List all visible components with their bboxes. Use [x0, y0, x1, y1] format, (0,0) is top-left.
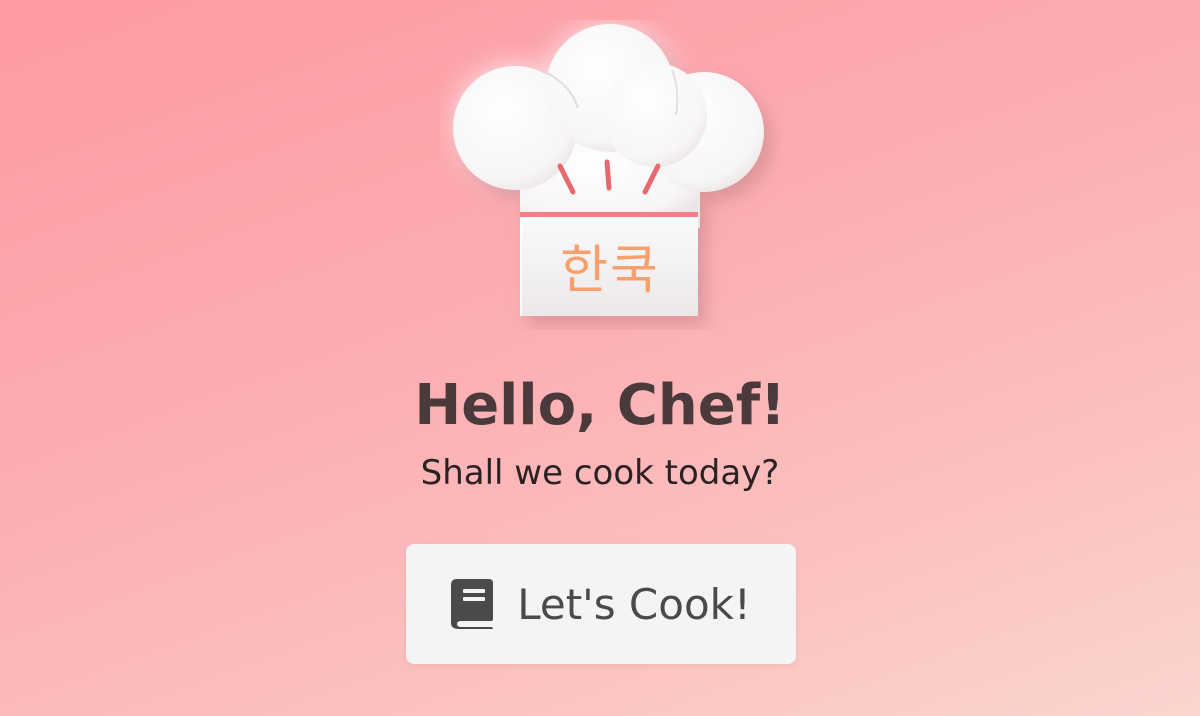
chef-hat-logo: 한쿡 — [440, 20, 780, 330]
page-title: Hello, Chef! — [414, 373, 786, 438]
lets-cook-label: Let's Cook! — [517, 579, 751, 629]
lets-cook-button[interactable]: Let's Cook! — [406, 544, 796, 664]
book-icon — [451, 579, 494, 629]
welcome-screen: 한쿡 Hello, Chef! Shall we cook today? Let… — [0, 0, 1200, 716]
hat-brand-text: 한쿡 — [560, 241, 660, 301]
page-subtitle: Shall we cook today? — [420, 453, 780, 493]
